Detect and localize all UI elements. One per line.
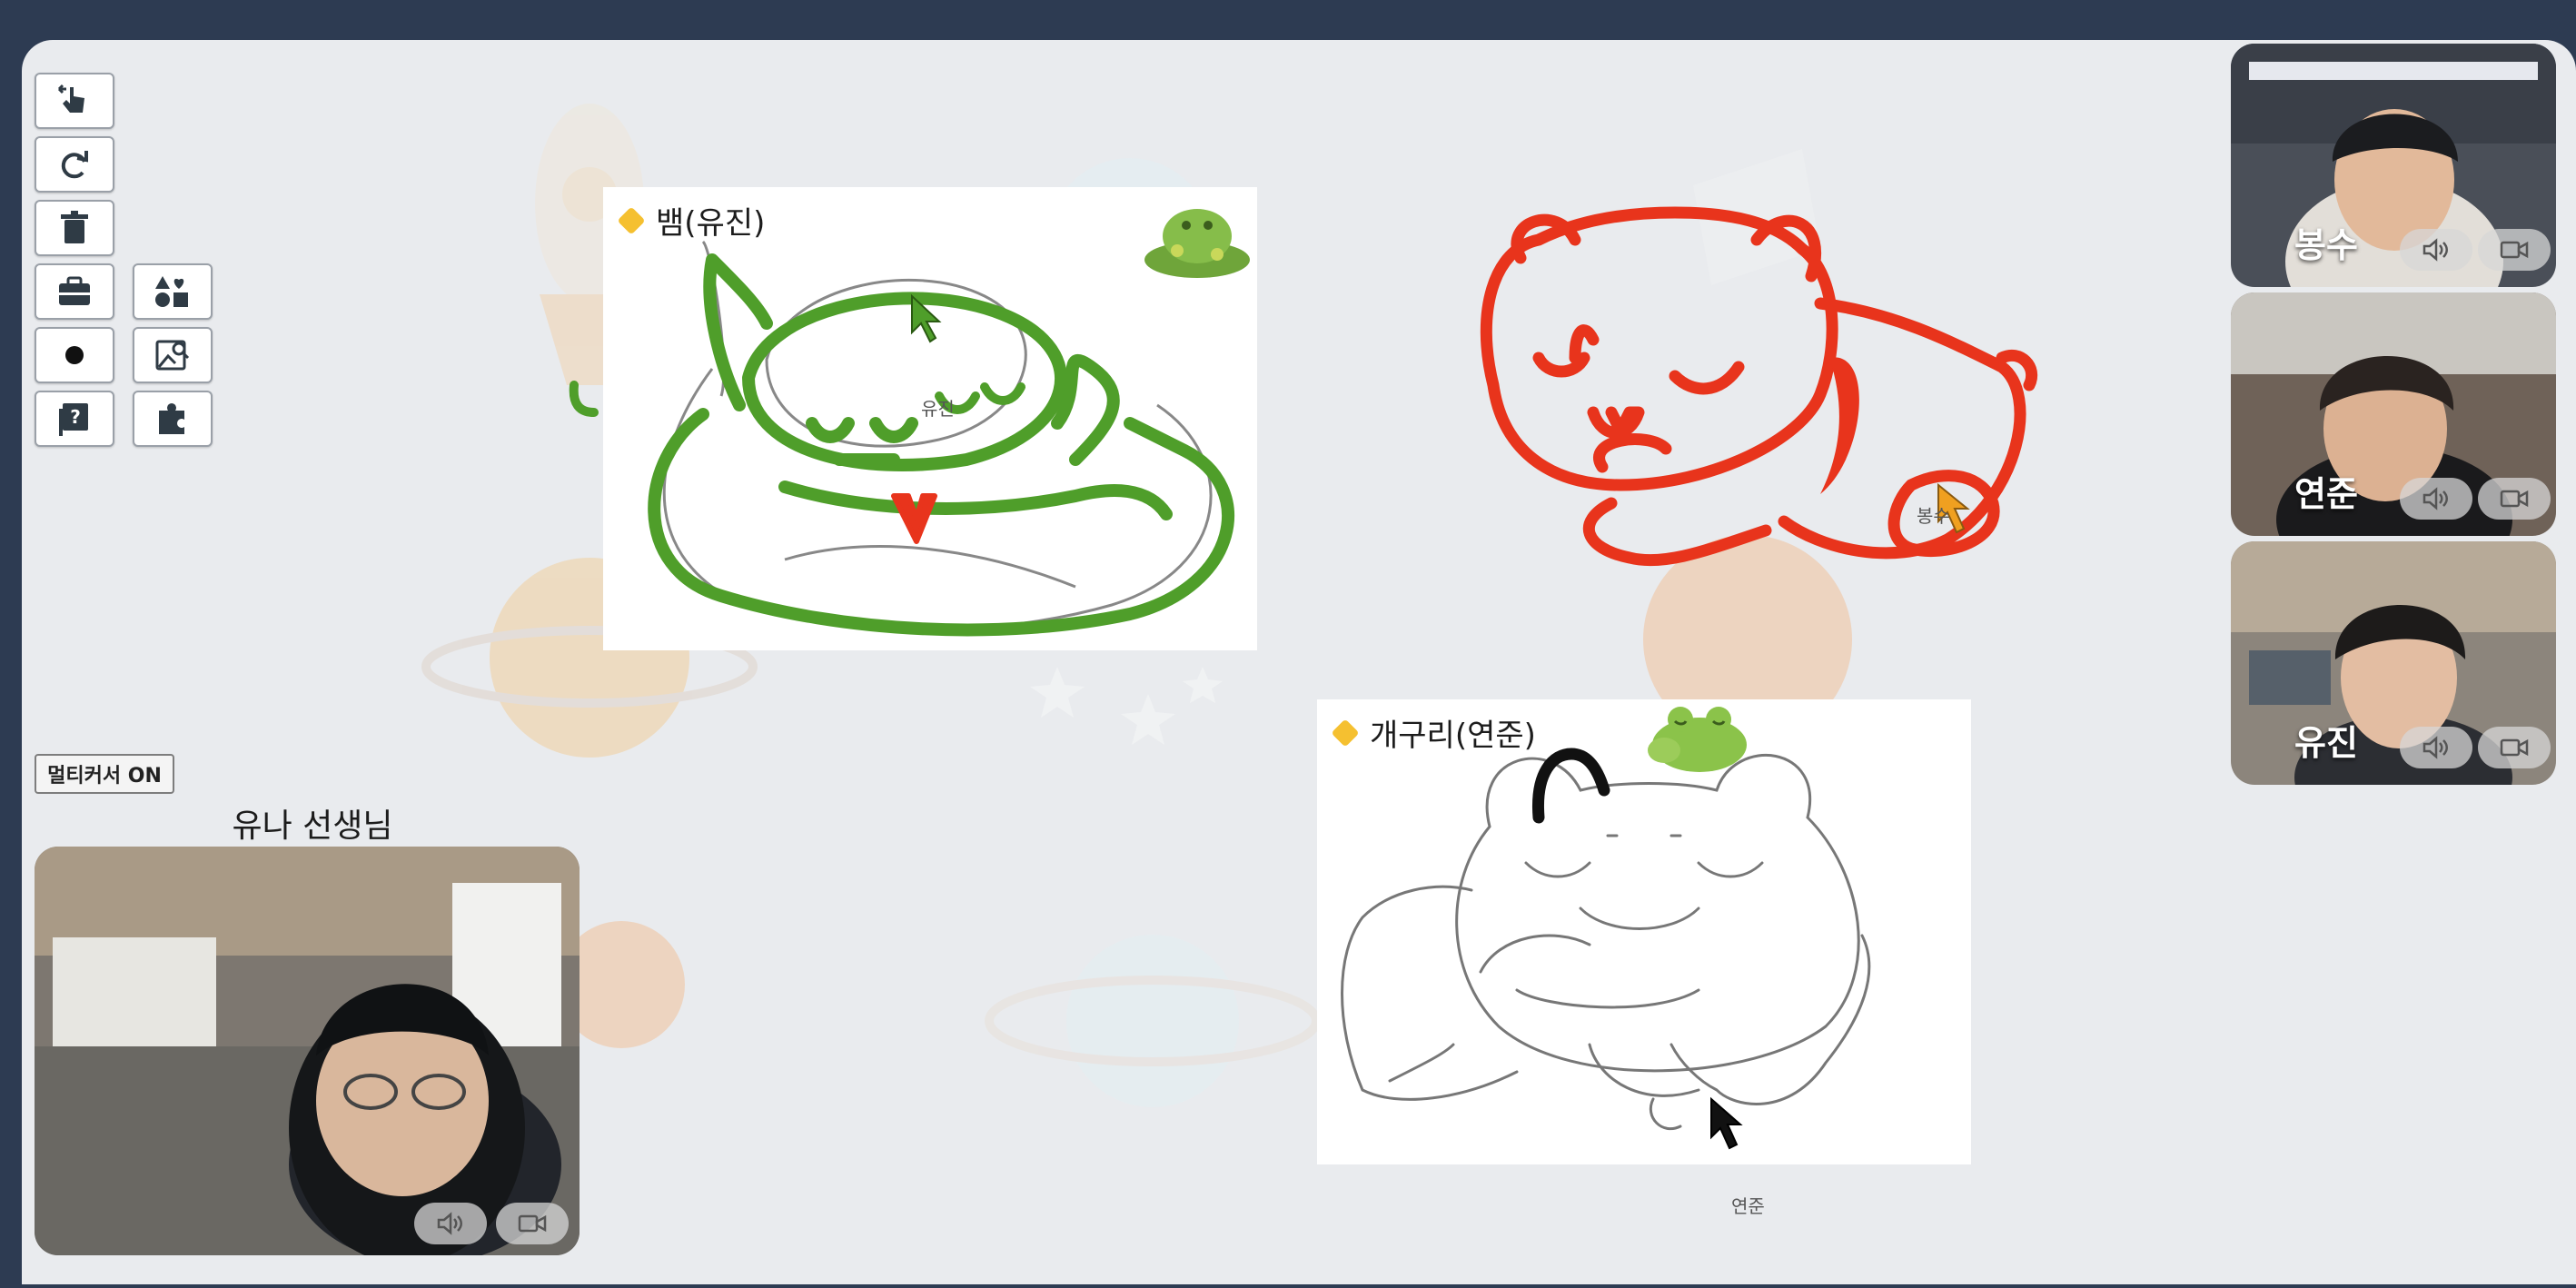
participant-1-mic-button[interactable] xyxy=(2400,229,2472,271)
redo-button[interactable] xyxy=(35,136,114,193)
participant-video-1: 봉수 xyxy=(2231,44,2556,287)
participant-2-mic-button[interactable] xyxy=(2400,478,2472,520)
help-button[interactable]: ? xyxy=(35,391,114,447)
participant-3-camera-button[interactable] xyxy=(2478,727,2551,768)
participant-3-mic-button[interactable] xyxy=(2400,727,2472,768)
svg-text:?: ? xyxy=(70,406,81,428)
speaker-icon xyxy=(2422,238,2448,262)
participant-video-2: 연준 xyxy=(2231,292,2556,536)
participant-video-3: 유진 xyxy=(2231,541,2556,785)
brush-dot-icon xyxy=(65,346,84,364)
participant-name: 봉수 xyxy=(2294,225,2358,265)
participant-2-camera-button[interactable] xyxy=(2478,478,2551,520)
multicursor-toggle-button[interactable]: 멀티커서 ON xyxy=(35,754,174,794)
pointer-tool-button[interactable] xyxy=(35,73,114,129)
help-book-icon: ? xyxy=(59,403,88,436)
bear-cursor-label: 봉수 xyxy=(1917,505,1950,527)
bear-drawing xyxy=(1480,206,2038,567)
frog-cursor-label: 연준 xyxy=(1731,1195,1765,1217)
teacher-name-label: 유나 선생님 xyxy=(232,807,393,845)
camera-icon xyxy=(2500,241,2529,259)
image-search-icon xyxy=(155,340,190,371)
teacher-video xyxy=(35,847,580,1255)
teacher-video-feed xyxy=(35,847,580,1255)
snake-drawing-card[interactable]: 뱀(유진) 유진 xyxy=(603,187,1257,650)
frog-drawing xyxy=(1341,748,1871,1150)
puzzle-button[interactable] xyxy=(133,391,213,447)
frog-drawing-card[interactable]: 개구리(연준) 연준 xyxy=(1317,699,1971,1217)
whiteboard-canvas[interactable]: ? 뱀(유진) 유진 봉수 개구리(연준) 연준 멀티커서 ON 유나 선생님 … xyxy=(22,40,2576,1284)
teacher-camera-button[interactable] xyxy=(496,1203,569,1244)
speaker-icon xyxy=(2422,487,2448,510)
camera-icon xyxy=(518,1214,547,1233)
speaker-icon xyxy=(2422,736,2448,759)
camera-icon xyxy=(2500,490,2529,508)
participant-name: 연준 xyxy=(2294,474,2358,514)
trash-icon xyxy=(61,211,88,243)
puzzle-icon xyxy=(159,403,184,434)
brush-size-button[interactable] xyxy=(35,327,114,383)
shapes-icon xyxy=(155,276,188,307)
image-search-button[interactable] xyxy=(133,327,213,383)
participant-name: 유진 xyxy=(2294,723,2358,763)
teacher-mic-button[interactable] xyxy=(414,1203,487,1244)
delete-button[interactable] xyxy=(35,200,114,256)
shapes-button[interactable] xyxy=(133,263,213,320)
materials-button[interactable] xyxy=(35,263,114,320)
pointer-icon xyxy=(57,84,84,113)
participant-1-camera-button[interactable] xyxy=(2478,229,2551,271)
camera-icon xyxy=(2500,738,2529,757)
briefcase-icon xyxy=(59,276,90,305)
snake-cursor-label: 유진 xyxy=(921,398,955,420)
speaker-icon xyxy=(437,1212,462,1235)
redo-icon xyxy=(61,151,88,179)
